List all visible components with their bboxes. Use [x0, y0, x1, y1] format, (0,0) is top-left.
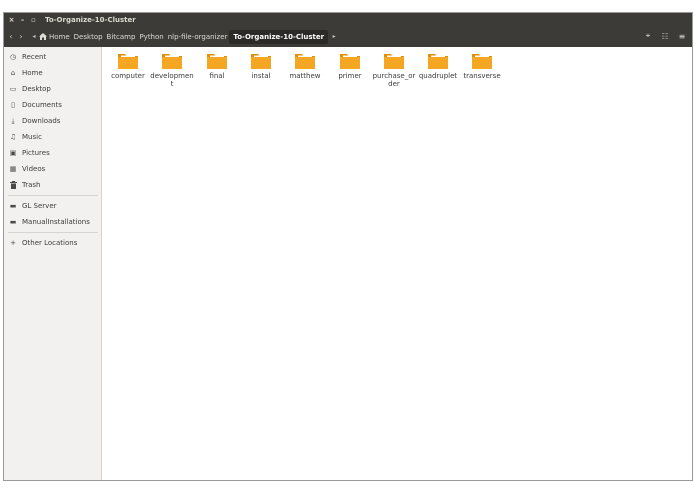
sidebar-item-other-locations[interactable]: + Other Locations	[4, 236, 101, 250]
breadcrumb-current-folder[interactable]: To-Organize-10-Cluster	[229, 29, 329, 44]
folder-label: transverse	[463, 72, 501, 80]
sidebar-item-videos[interactable]: ▦ Videos	[4, 162, 101, 176]
sidebar-item-label: Downloads	[22, 117, 61, 125]
picture-icon: ▣	[9, 149, 17, 157]
folder-item-transverse[interactable]: transverse	[460, 53, 504, 80]
breadcrumb-python[interactable]: Python	[137, 30, 165, 44]
folder-item-final[interactable]: final	[195, 53, 239, 80]
folder-item-primer[interactable]: primer	[328, 53, 372, 80]
sidebar-divider	[8, 232, 98, 233]
sidebar-item-label: Trash	[22, 181, 41, 189]
folder-icon	[384, 54, 404, 69]
window-title: To-Organize-10-Cluster	[45, 15, 136, 24]
folder-item-quadruplet[interactable]: quadruplet	[416, 53, 460, 80]
folder-label: computer	[111, 72, 145, 80]
sidebar-item-trash[interactable]: Trash	[4, 178, 101, 192]
sidebar-item-home[interactable]: ⌂ Home	[4, 66, 101, 80]
video-icon: ▦	[9, 165, 17, 173]
file-view[interactable]: computer development final instal matthe…	[102, 47, 692, 480]
folder-item-development[interactable]: development	[150, 53, 194, 88]
folder-label: quadruplet	[418, 72, 458, 80]
maximize-window-button[interactable]: ▫	[28, 13, 39, 26]
forward-button[interactable]: ›	[16, 30, 26, 44]
sidebar-item-gl-server[interactable]: ▬ GL Server	[4, 199, 101, 213]
plus-icon: +	[10, 239, 16, 247]
folder-item-computer[interactable]: computer	[106, 53, 150, 80]
breadcrumb-scroll-right-icon[interactable]: ▸	[330, 30, 338, 44]
folder-label: matthew	[289, 72, 321, 80]
close-window-button[interactable]: ×	[6, 13, 17, 26]
sidebar-item-desktop[interactable]: ▭ Desktop	[4, 82, 101, 96]
clock-icon: ◷	[9, 53, 17, 61]
sidebar-item-pictures[interactable]: ▣ Pictures	[4, 146, 101, 160]
folder-item-instal[interactable]: instal	[239, 53, 283, 80]
back-button[interactable]: ‹	[6, 30, 16, 44]
folder-icon	[340, 54, 360, 69]
sidebar-item-label: Documents	[22, 101, 62, 109]
home-icon	[39, 33, 47, 40]
folder-icon	[472, 54, 492, 69]
sidebar-item-label: Home	[22, 69, 43, 77]
sidebar-item-manualinstallations[interactable]: ▬ ManualInstallations	[4, 215, 101, 229]
sidebar-item-label: Recent	[22, 53, 47, 61]
folder-icon	[207, 54, 227, 69]
sidebar-item-label: Music	[22, 133, 42, 141]
minimize-window-button[interactable]: –	[17, 13, 28, 26]
sidebar-item-label: Other Locations	[22, 239, 78, 247]
folder-label: development	[150, 72, 194, 88]
title-bar: × – ▫ To-Organize-10-Cluster	[4, 13, 692, 26]
drive-icon: ▬	[9, 202, 17, 210]
music-icon: ♫	[9, 133, 17, 141]
sidebar-item-music[interactable]: ♫ Music	[4, 130, 101, 144]
sidebar-item-label: ManualInstallations	[22, 218, 90, 226]
sidebar: ◷ Recent ⌂ Home ▭ Desktop ▯ Documents ⤓ …	[4, 47, 102, 480]
folder-icon	[162, 54, 182, 69]
sidebar-item-recent[interactable]: ◷ Recent	[4, 50, 101, 64]
trash-icon	[7, 181, 19, 189]
location-icon[interactable]: ⌖	[641, 29, 655, 43]
folder-icon	[251, 54, 271, 69]
toolbar: ‹ › ◂ Home Desktop Bitcamp Python nlp-fi…	[4, 26, 692, 47]
desktop-icon: ▭	[9, 85, 17, 93]
breadcrumb-desktop[interactable]: Desktop	[72, 30, 105, 44]
sidebar-item-label: Desktop	[22, 85, 51, 93]
sidebar-item-downloads[interactable]: ⤓ Downloads	[4, 114, 101, 128]
breadcrumb-scroll-left-icon[interactable]: ◂	[30, 30, 38, 44]
file-manager-window: × – ▫ To-Organize-10-Cluster ‹ › ◂ Home …	[3, 12, 693, 481]
folder-icon	[428, 54, 448, 69]
document-icon: ▯	[11, 101, 15, 109]
sidebar-item-label: Pictures	[22, 149, 50, 157]
folder-label: primer	[338, 72, 362, 80]
sidebar-item-documents[interactable]: ▯ Documents	[4, 98, 101, 112]
folder-item-matthew[interactable]: matthew	[283, 53, 327, 80]
folder-icon	[295, 54, 315, 69]
sidebar-item-label: GL Server	[22, 202, 57, 210]
breadcrumb-nlp-file-organizer[interactable]: nlp-file-organizer	[166, 30, 230, 44]
drive-icon: ▬	[9, 218, 17, 226]
breadcrumb-home-label: Home	[49, 32, 70, 41]
folder-label: final	[209, 72, 225, 80]
breadcrumb-bitcamp[interactable]: Bitcamp	[105, 30, 138, 44]
sidebar-item-label: Videos	[22, 165, 46, 173]
folder-label: instal	[251, 72, 271, 80]
folder-label: purchase_order	[372, 72, 416, 88]
sidebar-divider	[8, 195, 98, 196]
toolbar-actions: ⌖ ☷ ≡	[641, 29, 689, 43]
folder-item-purchase-order[interactable]: purchase_order	[372, 53, 416, 88]
hamburger-menu-icon[interactable]: ≡	[675, 29, 689, 43]
home-icon: ⌂	[10, 69, 16, 77]
breadcrumb-home[interactable]: Home	[38, 30, 72, 44]
download-icon: ⤓	[11, 116, 15, 125]
folder-icon	[118, 54, 138, 69]
view-options-icon[interactable]: ☷	[658, 29, 672, 43]
